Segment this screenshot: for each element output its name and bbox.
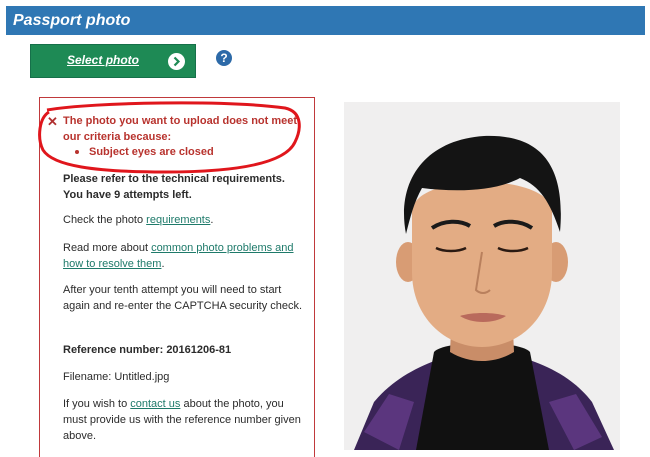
portrait-image	[344, 102, 620, 450]
page-header: Passport photo	[6, 6, 645, 35]
attempts-text: Please refer to the technical requiremen…	[63, 173, 285, 201]
requirements-link[interactable]: requirements	[146, 214, 210, 226]
page-title: Passport photo	[13, 11, 131, 29]
contact-text: If you wish to contact us about the phot…	[63, 398, 301, 442]
chevron-right-icon	[168, 53, 185, 70]
select-photo-label: Select photo	[67, 53, 140, 67]
read-more-text: Read more about common photo problems an…	[63, 242, 294, 270]
error-x-icon: ✕	[47, 114, 58, 129]
error-list: Subject eyes are closed	[75, 146, 214, 158]
contact-us-link[interactable]: contact us	[130, 398, 180, 410]
reference-number: Reference number: 20161206-81	[63, 344, 232, 356]
passport-photo-preview	[344, 102, 620, 450]
help-icon[interactable]: ?	[216, 50, 232, 66]
error-item: Subject eyes are closed	[89, 146, 214, 158]
filename: Filename: Untitled.jpg	[63, 371, 170, 383]
bullet	[75, 150, 79, 155]
tenth-attempt-text: After your tenth attempt you will need t…	[63, 284, 303, 312]
error-title: The photo you want to upload does not me…	[63, 115, 298, 143]
check-requirements-text: Check the photo requirements.	[63, 214, 214, 226]
select-photo-button[interactable]: Select photo	[30, 44, 196, 78]
